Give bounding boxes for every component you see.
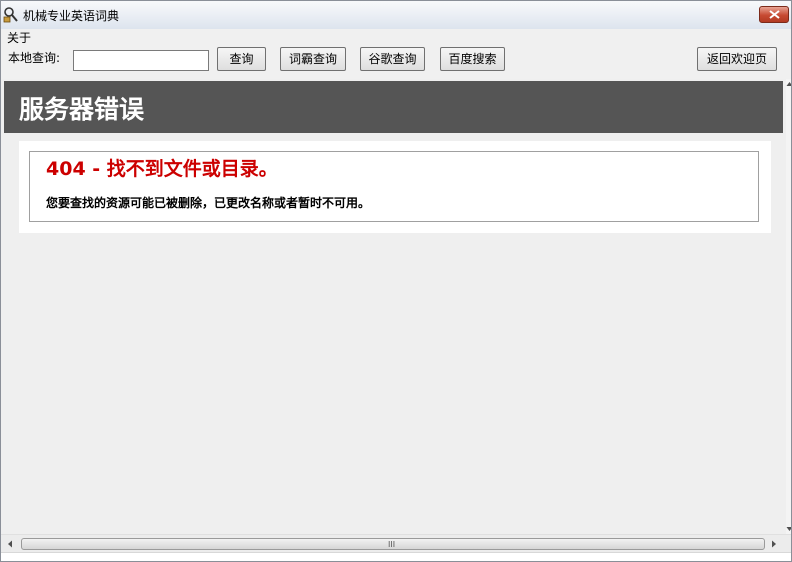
app-window: 机械专业英语词典 关于 本地查询: 查询 词霸查询 谷歌查询 百度搜索 返回欢迎… (0, 0, 792, 562)
window-title: 机械专业英语词典 (23, 9, 120, 23)
server-error-title: 服务器错误 (19, 95, 145, 124)
baidu-search-button[interactable]: 百度搜索 (440, 47, 505, 71)
scroll-right-icon[interactable] (771, 540, 777, 548)
query-button[interactable]: 查询 (217, 47, 266, 71)
horizontal-scrollbar[interactable]: III (1, 534, 791, 553)
toolbar: 本地查询: 查询 词霸查询 谷歌查询 百度搜索 返回欢迎页 (1, 45, 791, 75)
local-query-label: 本地查询: (8, 51, 61, 65)
title-bar[interactable]: 机械专业英语词典 (1, 1, 791, 30)
scroll-left-icon[interactable] (7, 540, 13, 548)
google-query-button[interactable]: 谷歌查询 (360, 47, 425, 71)
scroll-up-icon[interactable] (786, 81, 792, 87)
browser-content: 服务器错误 404 - 找不到文件或目录。 您要查找的资源可能已被删除，已更改名… (1, 79, 786, 534)
menu-item-about[interactable]: 关于 (7, 29, 31, 46)
horizontal-scroll-thumb[interactable]: III (21, 538, 765, 550)
close-icon (769, 10, 780, 19)
ciba-query-button[interactable]: 词霸查询 (280, 47, 346, 71)
bottom-strip (1, 552, 791, 561)
menu-bar: 关于 (1, 29, 791, 45)
error-box: 404 - 找不到文件或目录。 您要查找的资源可能已被删除，已更改名称或者暂时不… (29, 151, 759, 222)
back-to-welcome-button[interactable]: 返回欢迎页 (697, 47, 777, 71)
close-button[interactable] (759, 6, 789, 23)
vertical-scrollbar[interactable] (786, 79, 792, 534)
search-input[interactable] (73, 50, 209, 71)
scroll-down-icon[interactable] (786, 526, 792, 532)
error-description: 您要查找的资源可能已被删除，已更改名称或者暂时不可用。 (46, 196, 371, 210)
error-404-title: 404 - 找不到文件或目录。 (46, 158, 278, 180)
server-error-header: 服务器错误 (4, 81, 783, 133)
dictionary-app-icon (3, 6, 20, 23)
error-panel: 404 - 找不到文件或目录。 您要查找的资源可能已被删除，已更改名称或者暂时不… (19, 141, 771, 233)
scroll-grip: III (388, 540, 396, 549)
